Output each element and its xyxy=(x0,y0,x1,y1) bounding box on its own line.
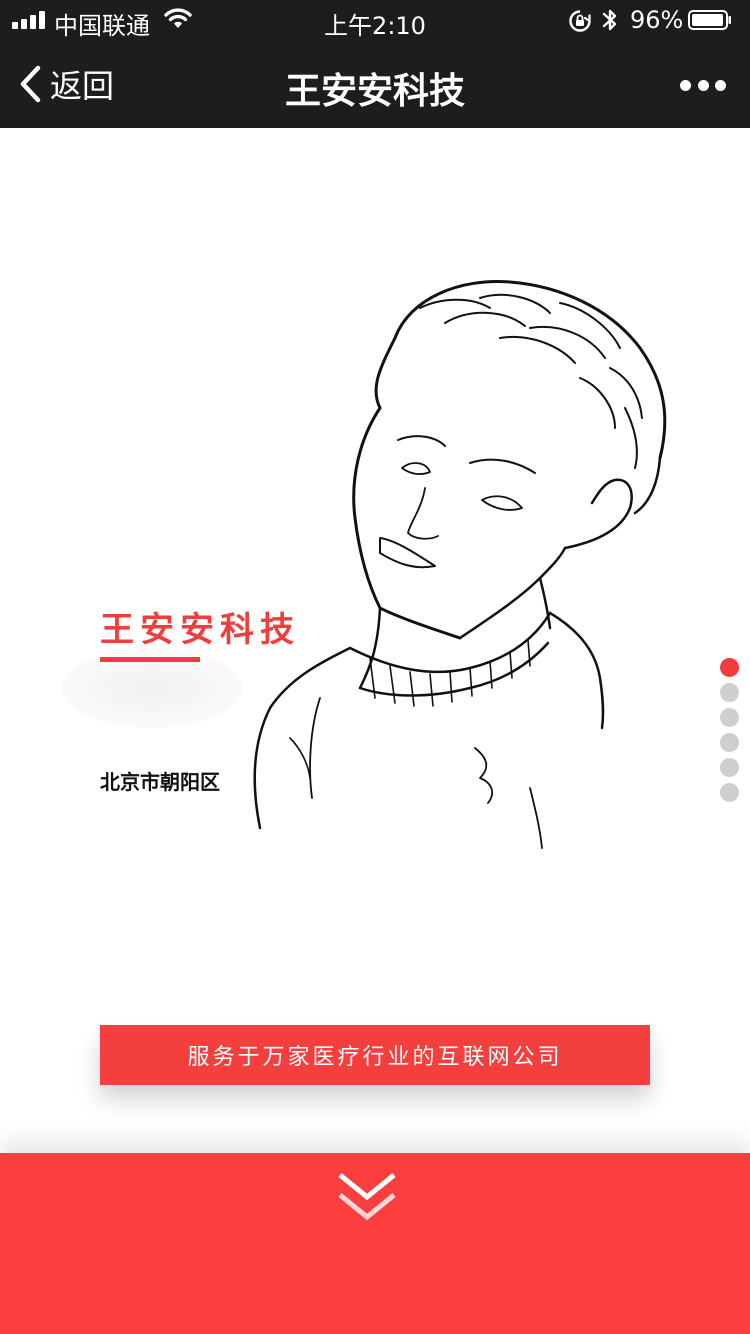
page-indicator xyxy=(720,658,740,808)
page-dot-2[interactable] xyxy=(720,683,739,702)
more-button[interactable] xyxy=(680,68,726,102)
portrait-illustration xyxy=(253,280,667,849)
company-location: 北京市朝阳区 xyxy=(100,770,220,794)
page-dot-5[interactable] xyxy=(720,758,739,777)
battery-icon xyxy=(688,10,731,30)
tagline-banner: 服务于万家医疗行业的互联网公司 xyxy=(100,1025,650,1085)
battery-percent: 96% xyxy=(630,6,684,34)
page-title: 王安安科技 xyxy=(284,71,465,112)
page-dot-6[interactable] xyxy=(720,783,739,802)
title-underline xyxy=(100,657,200,662)
hero-section: 王安安科技 北京市朝阳区 服务于万家医疗行业的互联网公司 xyxy=(0,128,750,1153)
more-icon xyxy=(680,79,691,91)
orientation-lock-icon xyxy=(569,10,591,32)
status-bar: 中国联通 上午2:10 96% xyxy=(0,0,750,40)
company-name: 王安安科技 xyxy=(100,610,300,650)
bluetooth-icon xyxy=(602,9,617,31)
top-bar: 中国联通 上午2:10 96% 返回 王安安科技 xyxy=(0,0,750,128)
page-dot-3[interactable] xyxy=(720,708,739,727)
scroll-down-chevrons-icon[interactable] xyxy=(336,1171,398,1227)
navigation-bar: 返回 王安安科技 xyxy=(0,40,750,128)
footer-bar xyxy=(0,1153,750,1334)
page-dot-4[interactable] xyxy=(720,733,739,752)
page: 中国联通 上午2:10 96% 返回 王安安科技 王安安科技 北京市朝阳区 服务… xyxy=(0,0,750,1334)
page-dot-1[interactable] xyxy=(720,658,739,677)
